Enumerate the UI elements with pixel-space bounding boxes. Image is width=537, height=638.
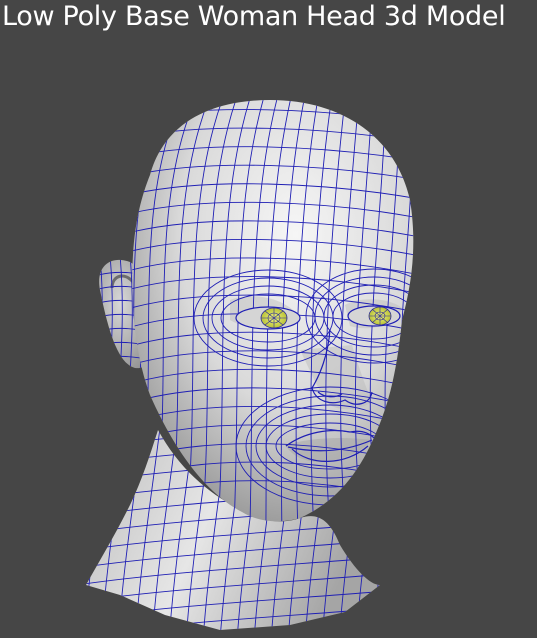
mesh-line-vertical	[86, 430, 111, 630]
head-model-render	[86, 95, 428, 630]
left-eye	[235, 306, 301, 330]
mesh-line-vertical	[415, 95, 428, 540]
title-band: Low Poly Base Woman Head 3d Model	[0, 0, 537, 38]
image-title: Low Poly Base Woman Head 3d Model	[2, 1, 506, 32]
render-stage: Low Poly Base Woman Head 3d Model	[0, 0, 537, 638]
model-viewport	[0, 38, 537, 638]
mesh-line-vertical	[372, 430, 380, 630]
right-eye	[347, 305, 401, 327]
